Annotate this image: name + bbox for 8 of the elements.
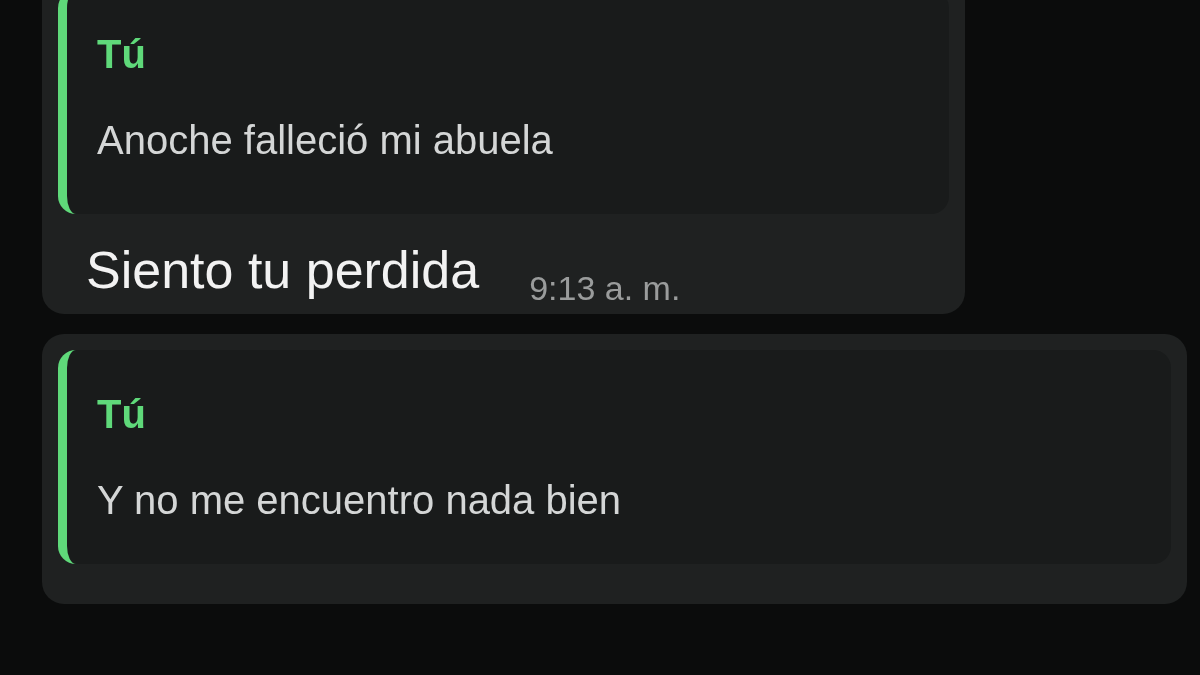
message-time: 9:13 a. m. — [529, 268, 681, 308]
quoted-message[interactable]: Tú Y no me encuentro nada bien — [58, 350, 1171, 564]
quote-text: Y no me encuentro nada bien — [97, 477, 623, 524]
quote-author: Tú — [97, 31, 147, 78]
quote-author: Tú — [97, 391, 147, 438]
quoted-message[interactable]: Tú Anoche falleció mi abuela — [58, 0, 949, 214]
quote-text: Anoche falleció mi abuela — [97, 117, 554, 164]
message-text: Siento tu perdida — [86, 240, 480, 300]
